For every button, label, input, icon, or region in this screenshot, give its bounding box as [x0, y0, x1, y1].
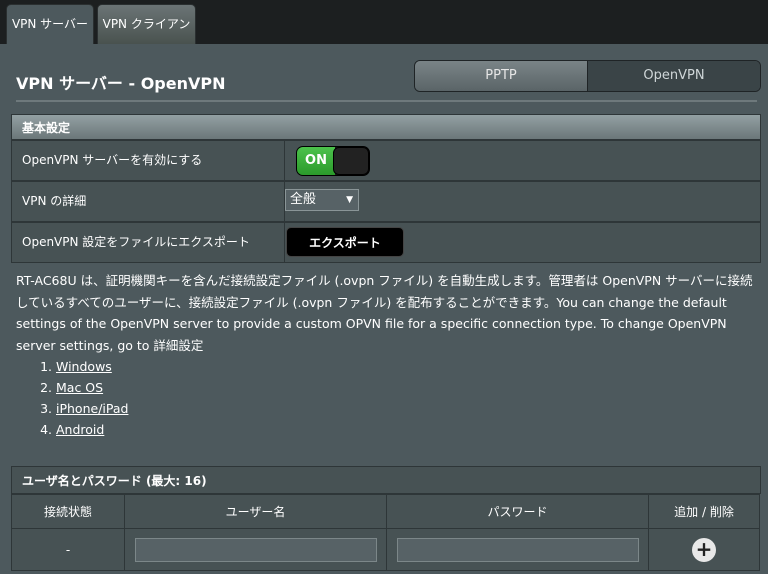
- col-username: ユーザー名: [124, 494, 387, 529]
- os-link-macos[interactable]: Mac OS: [56, 380, 103, 395]
- add-user-icon[interactable]: +: [692, 537, 716, 562]
- enable-openvpn-row: OpenVPN サーバーを有効にする ON: [11, 140, 761, 181]
- toggle-knob: [333, 147, 369, 175]
- vpn-detail-label: VPN の詳細: [12, 182, 285, 221]
- users-table-input-row: - +: [11, 528, 760, 571]
- vpn-detail-row: VPN の詳細 全般 ▼: [11, 181, 761, 222]
- openvpn-button[interactable]: OpenVPN: [588, 61, 760, 91]
- users-table-header-row: 接続状態 ユーザー名 パスワード 追加 / 削除: [11, 494, 760, 529]
- os-link-list: Windows Mac OS iPhone/iPad Android: [40, 356, 128, 440]
- toggle-on-label: ON: [297, 147, 335, 175]
- pptp-button[interactable]: PPTP: [415, 61, 588, 91]
- tab-vpn-server[interactable]: VPN サーバー: [6, 4, 94, 44]
- vpn-detail-select[interactable]: 全般 ▼: [285, 189, 359, 211]
- os-link-iphone[interactable]: iPhone/iPad: [56, 401, 128, 416]
- status-cell: -: [11, 528, 125, 571]
- dropdown-arrow-icon: ▼: [346, 195, 353, 205]
- os-link-windows[interactable]: Windows: [56, 359, 112, 374]
- users-table: 接続状態 ユーザー名 パスワード 追加 / 削除 - +: [11, 494, 760, 571]
- tab-vpn-client[interactable]: VPN クライアント: [97, 4, 196, 69]
- divider: [16, 100, 757, 102]
- export-row: OpenVPN 設定をファイルにエクスポート エクスポート: [11, 222, 761, 263]
- col-action: 追加 / 削除: [648, 494, 760, 529]
- export-label: OpenVPN 設定をファイルにエクスポート: [12, 223, 285, 262]
- col-password: パスワード: [386, 494, 649, 529]
- username-cell: [124, 528, 387, 571]
- username-input[interactable]: [134, 537, 377, 562]
- password-cell: [386, 528, 649, 571]
- col-status: 接続状態: [11, 494, 125, 529]
- tab-bar: VPN サーバー VPN クライアント: [0, 0, 768, 69]
- export-button[interactable]: エクスポート: [286, 227, 404, 257]
- users-header: ユーザ名とパスワード (最大: 16): [11, 466, 761, 494]
- vpn-detail-value: 全般: [290, 192, 317, 207]
- page-title: VPN サーバー - OpenVPN: [16, 74, 226, 93]
- action-cell: +: [648, 528, 760, 571]
- enable-openvpn-toggle[interactable]: ON: [296, 146, 370, 176]
- os-link-android[interactable]: Android: [56, 422, 104, 437]
- basic-settings-header: 基本設定: [11, 114, 761, 140]
- enable-openvpn-label: OpenVPN サーバーを有効にする: [12, 141, 285, 180]
- password-input[interactable]: [396, 537, 639, 562]
- protocol-switch: PPTP OpenVPN: [414, 60, 761, 92]
- description-text: RT-AC68U は、証明機関キーを含んだ接続設定ファイル (.ovpn ファイ…: [16, 273, 753, 353]
